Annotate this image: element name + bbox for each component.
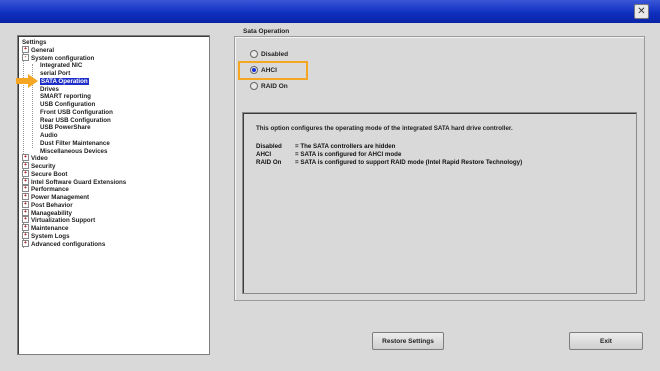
expand-icon[interactable]: +: [22, 177, 29, 185]
tree-item-label: serial Port: [40, 70, 71, 77]
expand-icon[interactable]: +: [22, 45, 29, 53]
help-value: = The SATA controllers are hidden: [295, 143, 396, 150]
tree-item-label: Intel Software Guard Extensions: [31, 178, 127, 186]
titlebar: ✕: [0, 0, 660, 23]
tree-item-label: Post Behavior: [31, 201, 73, 209]
radio-label: RAID On: [261, 83, 288, 90]
help-key: RAID On: [256, 159, 282, 166]
help-intro: This option configures the operating mod…: [256, 125, 513, 132]
tree-item-label: Integrated NIC: [40, 62, 83, 70]
radio-disabled[interactable]: Disabled: [250, 50, 288, 60]
tree-item-label: Rear USB Configuration: [40, 116, 111, 124]
expand-icon[interactable]: +: [22, 193, 29, 200]
tree-item-label: Audio: [40, 132, 58, 139]
tree-item-label: SATA Operation: [40, 77, 89, 85]
radio-button[interactable]: [250, 50, 258, 59]
radio-button[interactable]: [250, 82, 258, 91]
tree-item-label: Dust Filter Maintenance: [40, 139, 110, 147]
tree-item-label: Maintenance: [31, 225, 69, 233]
tree-item-label: System Logs: [31, 232, 70, 240]
tree-item-label: Secure Boot: [31, 170, 68, 178]
expand-icon[interactable]: +: [22, 154, 29, 162]
ahci-highlight-annotation: [238, 61, 308, 80]
tree-item-label: System configuration: [31, 54, 95, 62]
tree-item-label: Drives: [40, 85, 59, 93]
help-value: = SATA is configured to support RAID mod…: [295, 159, 523, 166]
tree-item-label: Video: [31, 155, 48, 163]
tree-item-label: Security: [31, 163, 56, 171]
tree-item-label: SMART reporting: [40, 93, 91, 101]
expand-icon[interactable]: +: [22, 208, 29, 216]
expand-icon[interactable]: +: [22, 162, 29, 169]
expand-icon[interactable]: +: [22, 224, 29, 231]
tree-item[interactable]: Miscellaneous Devices: [40, 148, 107, 156]
expand-icon[interactable]: +: [22, 169, 29, 177]
tree-item-label: Performance: [31, 186, 69, 194]
arrow-pointer-icon: [16, 74, 38, 88]
tree-item-label: Miscellaneous Devices: [40, 147, 108, 155]
help-key: Disabled: [256, 143, 282, 150]
tree-item-label: Virtualization Support: [31, 217, 96, 225]
expand-icon[interactable]: +: [22, 239, 29, 247]
help-description-panel: This option configures the operating mod…: [242, 112, 637, 294]
expand-icon[interactable]: +: [22, 185, 29, 193]
close-icon[interactable]: ✕: [634, 4, 649, 19]
radio-label: Disabled: [261, 51, 289, 58]
collapse-icon[interactable]: -: [22, 53, 29, 61]
tree-item-label: Front USB Configuration: [40, 108, 113, 116]
settings-tree[interactable]: Settings + General - System configuration Int…: [17, 35, 210, 355]
tree-item-label: Advanced configurations: [31, 240, 106, 248]
restore-settings-button[interactable]: Restore Settings: [372, 332, 444, 350]
exit-button[interactable]: Exit: [569, 332, 643, 350]
tree-item-label: USB PowerShare: [40, 124, 91, 132]
expand-icon[interactable]: +: [22, 216, 29, 224]
tree-item-label: General: [31, 46, 55, 54]
tree-item[interactable]: + Advanced configurations: [22, 239, 106, 249]
tree-item-label: USB Configuration: [40, 101, 96, 108]
group-title: Sata Operation: [241, 28, 292, 35]
help-value: = SATA is configured for AHCI mode: [295, 151, 402, 158]
radio-raid-on[interactable]: RAID On: [250, 82, 288, 92]
expand-icon[interactable]: +: [22, 231, 29, 239]
help-key: AHCI: [256, 151, 272, 158]
tree-item-label: Manageability: [31, 209, 72, 217]
tree-item-label: Power Management: [31, 194, 90, 202]
expand-icon[interactable]: +: [22, 200, 29, 208]
